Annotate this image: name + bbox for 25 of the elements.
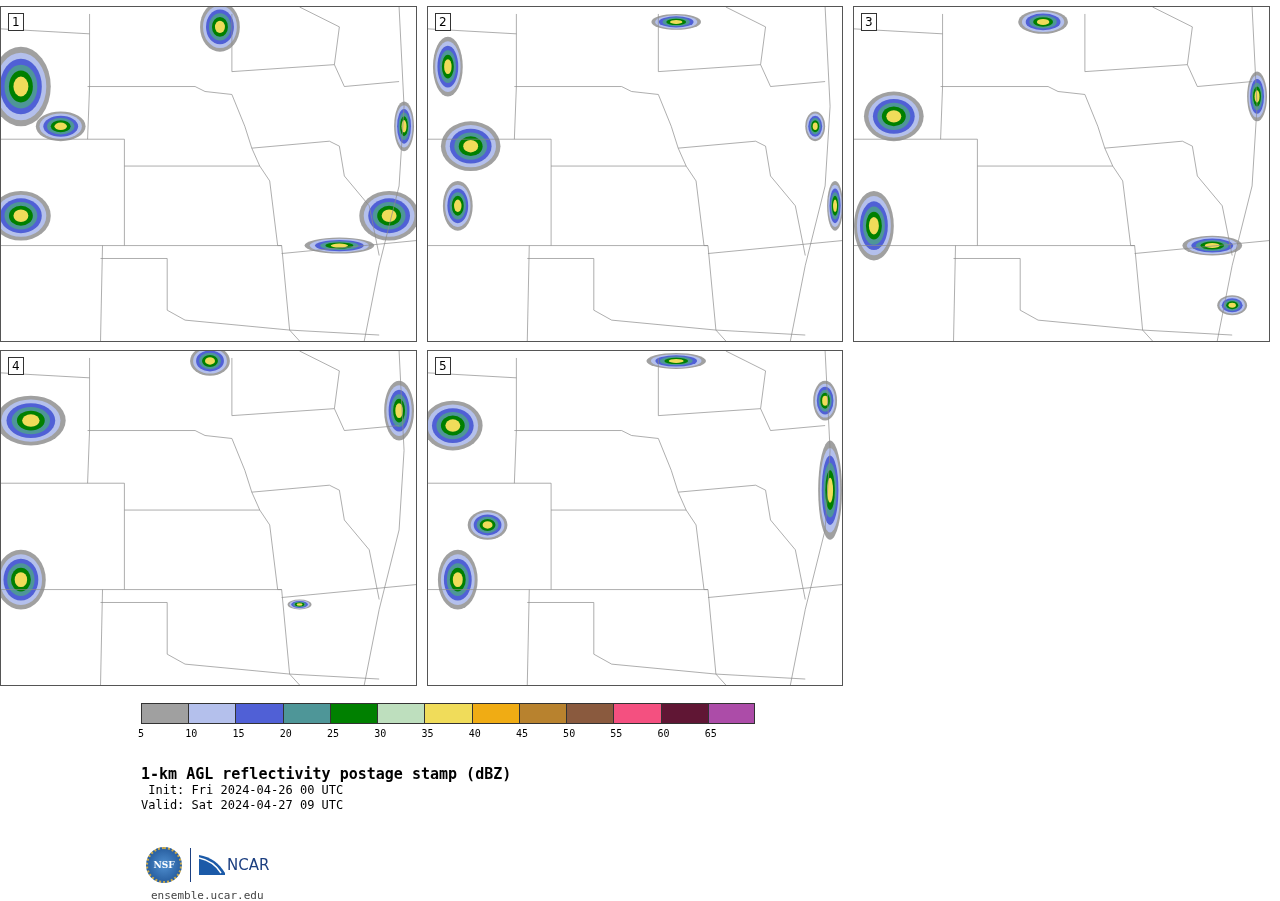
swoosh-icon [199, 855, 225, 875]
colorbar-tick-label: 65 [704, 728, 718, 739]
colorbar-tick-label: 60 [657, 728, 671, 739]
colorbar-tick-label: 30 [374, 728, 388, 739]
colorbar-tick-label: 10 [185, 728, 199, 739]
chart-title: 1-km AGL reflectivity postage stamp (dBZ) [141, 765, 513, 783]
panel-number: 3 [861, 13, 877, 31]
colorbar-tick-label: 20 [279, 728, 293, 739]
colorbar-tick-label: 25 [326, 728, 340, 739]
colorbar-tick-label: 15 [232, 728, 246, 739]
panel-number: 1 [8, 13, 24, 31]
panel-number: 4 [8, 357, 24, 375]
colorbar-tick-label: 45 [515, 728, 529, 739]
nsf-logo: NSF [146, 847, 182, 883]
panel-number: 2 [435, 13, 451, 31]
ncar-logo-text: NCAR [227, 856, 270, 874]
colorbar-tick-label: 40 [468, 728, 482, 739]
valid-time: Valid: Sat 2024-04-27 09 UTC [141, 798, 345, 813]
panel-number: 5 [435, 357, 451, 375]
colorbar-tick-label: 55 [610, 728, 624, 739]
site-url: ensemble.ucar.edu [151, 889, 265, 901]
colorbar-tick-label: 5 [138, 728, 146, 739]
init-time: Init: Fri 2024-04-26 00 UTC [147, 783, 345, 798]
colorbar-tick-label: 50 [563, 728, 577, 739]
colorbar-tick-label: 35 [421, 728, 435, 739]
